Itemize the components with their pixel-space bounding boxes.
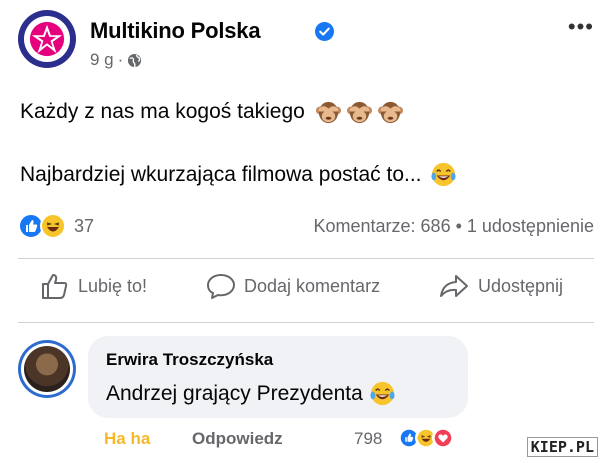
profile-photo [24, 346, 70, 392]
comment-reaction-button[interactable]: Ha ha [104, 429, 150, 449]
comment-reaction-count[interactable]: 798 [354, 429, 382, 449]
thumbs-up-icon [42, 274, 68, 299]
verified-badge-icon [315, 22, 334, 41]
multikino-star-logo-icon [29, 21, 65, 57]
site-watermark: KIEP.PL [526, 437, 598, 457]
share-button[interactable]: Udostępnij [438, 272, 563, 300]
laughing-with-tears-icon [430, 162, 456, 187]
like-button[interactable]: Lubię to! [40, 272, 147, 300]
share-label: Udostępnij [478, 275, 564, 296]
post-actions: Lubię to! Dodaj komentarz Udostępnij [18, 272, 594, 312]
see-no-evil-monkey-icon [377, 101, 403, 124]
post-time[interactable]: 9 g [90, 50, 114, 70]
comment-reaction-icons[interactable] [398, 427, 454, 449]
comment-actions: Ha ha Odpowiedz 798 [104, 427, 504, 453]
divider [18, 322, 594, 323]
love-reaction-icon [432, 427, 454, 449]
commenter-name[interactable]: Erwira Troszczyńska [106, 350, 273, 370]
post-header: Multikino Polska 9 g · ••• [18, 10, 598, 74]
see-no-evil-monkey-icon [346, 101, 372, 124]
comment-text: Andrzej grający Prezydenta [106, 381, 363, 405]
comment-text-row: Andrzej grający Prezydenta [106, 380, 396, 407]
post-text-line-2: Najbardziej wkurzająca filmowa postać to… [20, 161, 457, 188]
post-meta: 9 g · [90, 50, 142, 70]
see-no-evil-monkey-icon [315, 101, 341, 124]
laughing-with-tears-icon [370, 381, 395, 406]
comment-bubble-icon [207, 274, 235, 299]
more-options-icon[interactable]: ••• [568, 14, 594, 40]
page-name[interactable]: Multikino Polska [90, 18, 261, 44]
post-text: Najbardziej wkurzająca filmowa postać to… [20, 162, 422, 186]
reply-button[interactable]: Odpowiedz [192, 429, 283, 449]
comment-button[interactable]: Dodaj komentarz [206, 272, 380, 300]
comment-bubble: Erwira Troszczyńska Andrzej grający Prez… [88, 336, 468, 418]
like-label: Lubię to! [78, 275, 148, 296]
reaction-count[interactable]: 37 [74, 216, 94, 237]
comment-label: Dodaj komentarz [244, 275, 381, 296]
globe-icon [128, 53, 142, 67]
divider [18, 258, 594, 259]
post-text-line-1: Każdy z nas ma kogoś takiego [20, 98, 404, 125]
share-arrow-icon [440, 275, 468, 297]
comments-shares-count[interactable]: Komentarze: 686 • 1 udostępnienie [314, 216, 595, 237]
meta-separator: · [117, 50, 124, 69]
haha-reaction-icon [40, 213, 66, 239]
post-stats: 37 Komentarze: 686 • 1 udostępnienie [18, 213, 594, 241]
page-avatar[interactable] [18, 10, 76, 68]
post-text: Każdy z nas ma kogoś takiego [20, 99, 305, 123]
commenter-avatar[interactable] [18, 340, 76, 398]
reaction-icons[interactable] [18, 213, 66, 239]
